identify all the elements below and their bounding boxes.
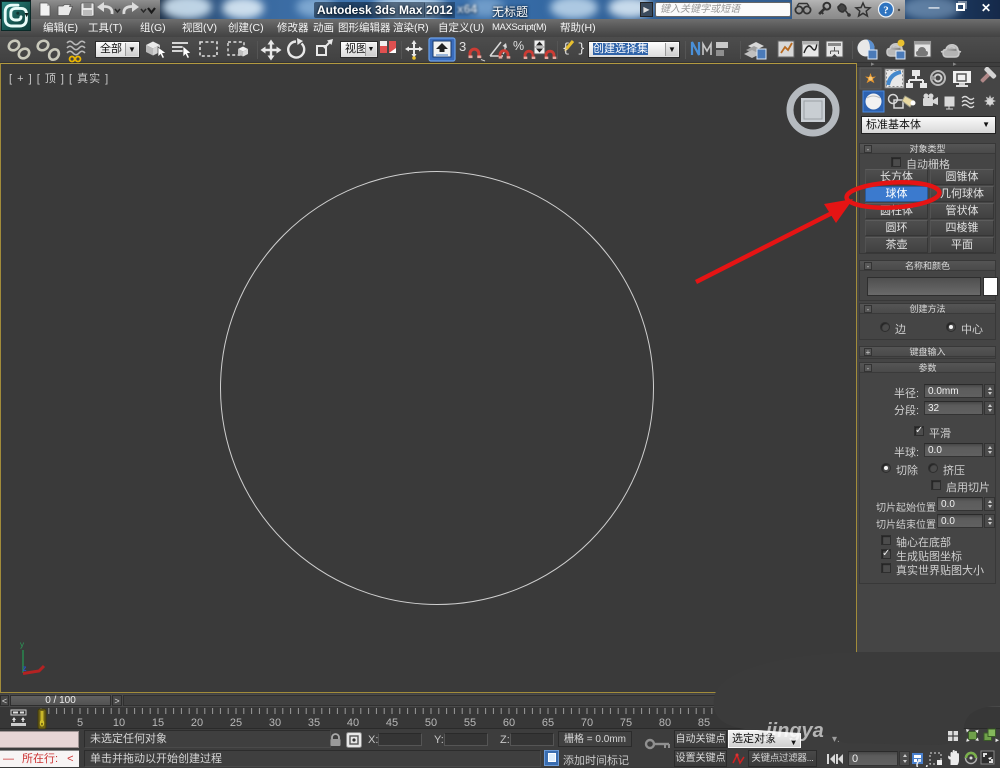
svg-text:15: 15 <box>152 717 164 729</box>
svg-text:55: 55 <box>464 717 476 729</box>
svg-text:5: 5 <box>77 717 83 729</box>
svg-text:y: y <box>20 640 24 649</box>
svg-text:85: 85 <box>698 717 710 729</box>
svg-text:80: 80 <box>659 717 671 729</box>
svg-text:70: 70 <box>581 717 593 729</box>
svg-text:40: 40 <box>347 717 359 729</box>
svg-text:10: 10 <box>113 717 125 729</box>
svg-text:3: 3 <box>459 39 466 54</box>
svg-text:25: 25 <box>230 717 242 729</box>
svg-text:65: 65 <box>542 717 554 729</box>
svg-text:20: 20 <box>191 717 203 729</box>
svg-text:%: % <box>513 39 524 53</box>
svg-text:30: 30 <box>269 717 281 729</box>
svg-text:35: 35 <box>308 717 320 729</box>
svg-text:60: 60 <box>503 717 515 729</box>
svg-text:45: 45 <box>386 717 398 729</box>
svg-text:100: 100 <box>812 717 830 729</box>
svg-text:95: 95 <box>776 717 788 729</box>
svg-text:75: 75 <box>620 717 632 729</box>
svg-text:?: ? <box>883 5 889 17</box>
svg-text:0: 0 <box>39 719 44 729</box>
svg-text:z: z <box>23 664 27 673</box>
svg-text:90: 90 <box>737 717 749 729</box>
svg-text:50: 50 <box>425 717 437 729</box>
